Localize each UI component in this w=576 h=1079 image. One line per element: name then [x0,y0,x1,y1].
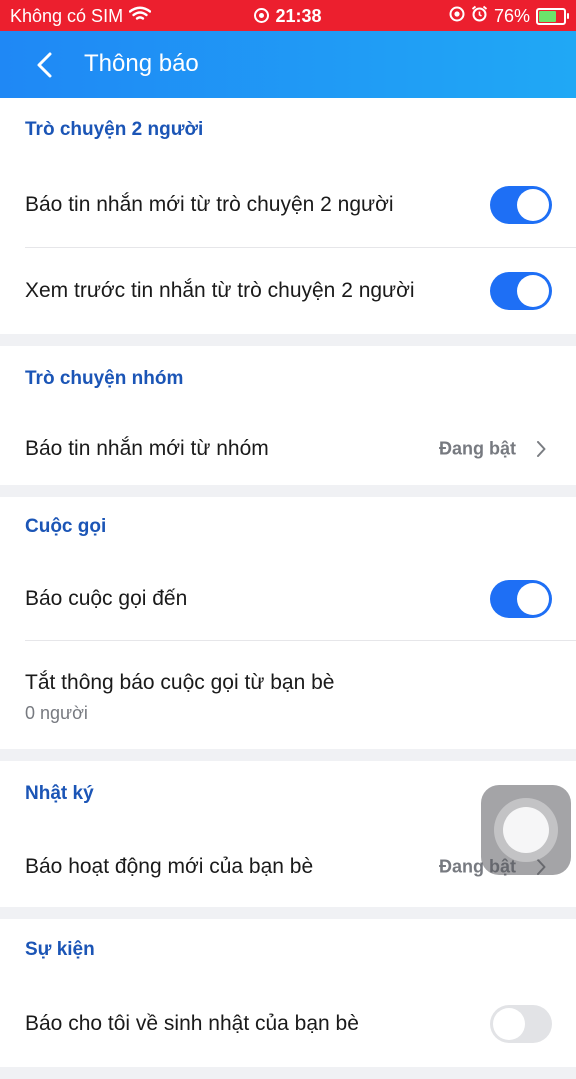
row-new-message-alert[interactable]: Báo tin nhắn mới từ trò chuyện 2 người [0,162,576,248]
toggle-switch[interactable] [490,1005,552,1043]
status-right: 76% [449,5,569,27]
time-label: 21:38 [275,6,322,26]
status-bar: Không có SIM 21:38 76% [0,0,576,31]
row-mute-calls-from-friends[interactable]: Tắt thông báo cuộc gọi từ bạn bè 0 người [0,641,576,749]
app-header: Thông báo [0,31,576,98]
toggle-switch[interactable] [490,272,552,310]
row-value: Đang bật [438,438,516,458]
battery-percent: 76% [493,5,530,26]
section-group-chat: Trò chuyện nhóm Báo tin nhắn mới từ nhóm… [0,346,576,485]
battery-icon [536,7,569,25]
back-chevron-icon [37,52,52,78]
assistive-touch-icon[interactable] [481,785,571,875]
section-one-to-one-chat: Trò chuyện 2 người Báo tin nhắn mới từ t… [0,98,576,334]
battery-fill [539,10,556,22]
row-incoming-call-alert[interactable]: Báo cuộc gọi đến [0,557,576,641]
row-subtitle: 0 người [25,703,88,723]
page-title: Thông báo [84,50,199,77]
chevron-right-icon [537,440,546,457]
section-calls: Cuộc gọi Báo cuộc gọi đến Tắt thông báo … [0,497,576,749]
screen-record-icon [254,8,270,23]
section-title: Trò chuyện nhóm [25,368,184,389]
back-button[interactable] [28,49,60,81]
row-message-preview[interactable]: Xem trước tin nhắn từ trò chuyện 2 người [0,248,576,334]
section-title: Sự kiện [25,939,95,960]
toggle-switch[interactable] [490,580,552,618]
section-title: Trò chuyện 2 người [25,119,204,140]
settings-list: Trò chuyện 2 người Báo tin nhắn mới từ t… [0,98,576,1079]
section-events: Sự kiện Báo cho tôi về sinh nhật của bạn… [0,919,576,1067]
row-group-message-alert[interactable]: Báo tin nhắn mới từ nhóm Đang bật [0,412,576,485]
row-birthday-alert[interactable]: Báo cho tôi về sinh nhật của bạn bè [0,981,576,1067]
screen-record-icon [449,6,465,27]
toggle-switch[interactable] [490,186,552,224]
section-title: Cuộc gọi [25,516,107,537]
alarm-icon [471,5,488,27]
row-label: Tắt thông báo cuộc gọi từ bạn bè [25,671,335,694]
